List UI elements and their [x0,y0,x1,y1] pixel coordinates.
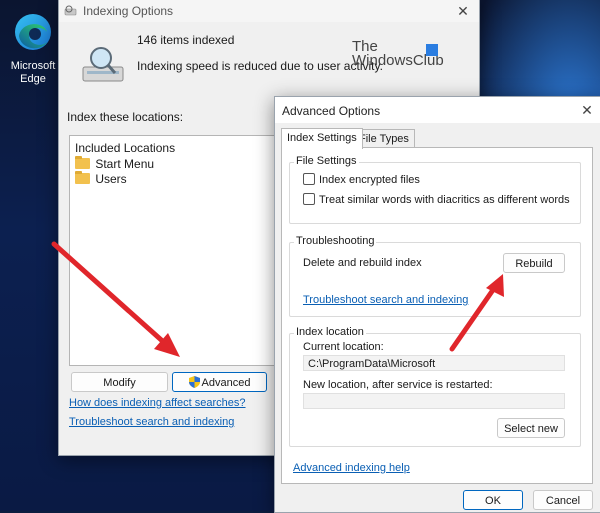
close-icon[interactable]: ✕ [577,100,597,120]
index-location-label: Index location [294,326,366,338]
select-new-button[interactable]: Select new [497,418,565,438]
folder-icon [75,171,90,184]
index-locations-label: Index these locations: [67,110,184,124]
index-encrypted-checkbox[interactable]: Index encrypted files [303,173,420,186]
current-location-field: C:\ProgramData\Microsoft [303,355,565,371]
location-label: Start Menu [95,157,155,171]
shield-icon [188,376,200,388]
advanced-button-label: Advanced [201,377,251,389]
checkbox-box[interactable] [303,193,315,205]
folder-icon [75,156,90,169]
location-label: Users [95,172,127,186]
indexing-title-bar[interactable]: Indexing Options ✕ [59,0,479,22]
watermark-line2: WindowsClub [352,52,444,69]
advanced-options-dialog: Advanced Options ✕ Index Settings File T… [274,96,600,513]
checkbox-label: Index encrypted files [319,174,420,186]
ok-button[interactable]: OK [463,490,523,510]
rebuild-button[interactable]: Rebuild [503,253,565,273]
location-item[interactable]: Start Menu [75,156,155,171]
included-locations-header: Included Locations [75,141,176,155]
cancel-button[interactable]: Cancel [533,490,593,510]
troubleshoot-link[interactable]: Troubleshoot search and indexing [69,416,234,428]
troubleshooting-label: Troubleshooting [294,235,377,247]
watermark-square-icon [426,44,438,56]
new-location-label: New location, after service is restarted… [303,379,493,391]
modify-button[interactable]: Modify [71,372,168,392]
window-title: Indexing Options [83,4,174,18]
advanced-button[interactable]: Advanced [172,372,267,392]
indexing-status-icon [82,47,124,82]
advanced-title-bar[interactable]: Advanced Options ✕ [275,97,600,123]
items-indexed-count: 146 items indexed [137,33,235,47]
file-settings-label: File Settings [294,155,359,167]
diacritics-checkbox[interactable]: Treat similar words with diacritics as d… [303,193,570,206]
desktop-icon-label: Microsoft Edge [10,60,56,85]
dialog-title: Advanced Options [282,104,381,118]
new-location-field [303,393,565,409]
checkbox-label: Treat similar words with diacritics as d… [319,194,570,206]
watermark-logo: The WindowsClub [352,39,444,69]
desktop-icon-edge[interactable]: Microsoft Edge [6,12,60,86]
how-indexing-affects-link[interactable]: How does indexing affect searches? [69,397,246,409]
tab-index-settings[interactable]: Index Settings [281,128,363,149]
indexing-speed-message: Indexing speed is reduced due to user ac… [137,59,383,73]
troubleshoot-link[interactable]: Troubleshoot search and indexing [303,294,468,306]
location-item[interactable]: Users [75,171,127,186]
edge-icon [15,14,51,50]
current-location-label: Current location: [303,341,384,353]
indexing-app-icon [64,5,77,16]
checkbox-box[interactable] [303,173,315,185]
close-icon[interactable]: ✕ [453,1,473,21]
delete-rebuild-label: Delete and rebuild index [303,257,422,269]
advanced-indexing-help-link[interactable]: Advanced indexing help [293,462,410,474]
